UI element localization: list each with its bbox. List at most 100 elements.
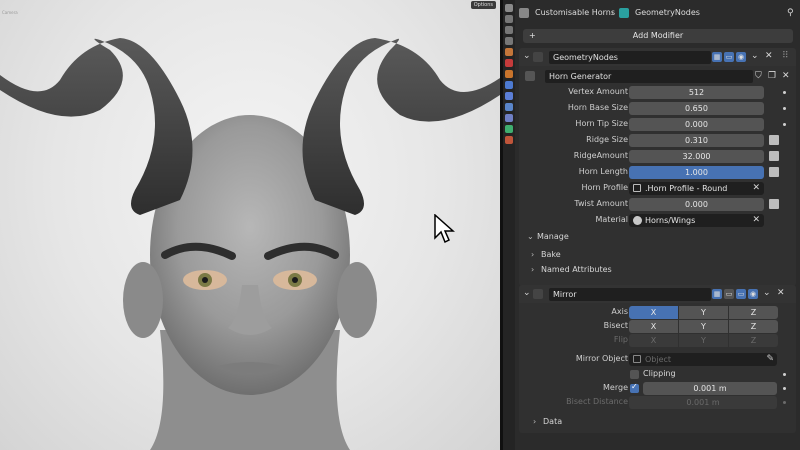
eyedropper-icon[interactable]: ✎: [766, 353, 774, 366]
axis-x-toggle[interactable]: X: [629, 306, 678, 319]
param-row: Ridge Size 0.310: [519, 134, 796, 147]
clear-field-icon[interactable]: ✕: [752, 182, 760, 195]
scene-tab-icon[interactable]: [505, 48, 513, 56]
render-toggle-icon[interactable]: ◉: [748, 289, 758, 299]
bisect-y-toggle[interactable]: Y: [679, 320, 728, 333]
modifier-menu-chevron-icon[interactable]: ⌄: [763, 288, 771, 298]
param-label: Vertex Amount: [568, 87, 628, 96]
axis-y-toggle[interactable]: Y: [679, 306, 728, 319]
remove-modifier-icon[interactable]: ✕: [765, 51, 773, 61]
duplicate-icon[interactable]: ❐: [768, 71, 776, 81]
material-field[interactable]: Horns/Wings ✕: [629, 214, 764, 227]
bake-section-header[interactable]: › Bake: [531, 250, 561, 259]
param-label: Horn Profile: [581, 183, 628, 192]
bisect-x-toggle[interactable]: X: [629, 320, 678, 333]
attribute-toggle-icon[interactable]: [769, 199, 779, 209]
bisect-distance-row: Bisect Distance 0.001 m: [519, 396, 796, 409]
mirror-modifier-name-field[interactable]: Mirror: [549, 288, 711, 301]
properties-editor: Customisable Horns › GeometryNodes ⚲ + A…: [515, 0, 800, 450]
edit-mode-toggle-icon[interactable]: ▦: [712, 52, 722, 62]
merge-checkbox[interactable]: [630, 382, 639, 393]
ridge-size-field[interactable]: 0.310: [629, 134, 764, 147]
axis-row: Axis X Y Z: [519, 306, 796, 319]
attribute-toggle-icon[interactable]: [769, 135, 779, 145]
param-row: Horn Profile .Horn Profile - Round ✕: [519, 182, 796, 195]
cage-toggle-icon[interactable]: ▭: [724, 289, 734, 299]
collapse-chevron-icon[interactable]: ⌄: [523, 51, 531, 61]
horn-tip-size-field[interactable]: 0.000: [629, 118, 764, 131]
param-row: Material Horns/Wings ✕: [519, 214, 796, 227]
modifier-menu-chevron-icon[interactable]: ⌄: [751, 51, 759, 61]
horn-profile-field[interactable]: .Horn Profile - Round ✕: [629, 182, 764, 195]
clipping-checkbox[interactable]: [630, 370, 639, 379]
keyframe-dot-icon[interactable]: [783, 91, 786, 94]
object-tab-icon[interactable]: [505, 70, 513, 78]
clear-field-icon[interactable]: ✕: [752, 214, 760, 227]
horn-base-size-field[interactable]: 0.650: [629, 102, 764, 115]
attribute-toggle-icon[interactable]: [769, 167, 779, 177]
sculpted-head-with-horns: [0, 38, 500, 450]
bisect-z-toggle[interactable]: Z: [729, 320, 778, 333]
geonodes-modifier-name-field[interactable]: GeometryNodes: [549, 51, 711, 64]
param-label: Material: [595, 215, 629, 224]
material-tab-icon[interactable]: [505, 136, 513, 144]
add-modifier-button[interactable]: + Add Modifier: [523, 29, 793, 43]
flip-row: Flip X Y Z: [519, 334, 796, 347]
merge-distance-field[interactable]: 0.001 m: [643, 382, 777, 395]
world-tab-icon[interactable]: [505, 59, 513, 67]
attribute-toggle-icon[interactable]: [769, 151, 779, 161]
collapse-chevron-icon[interactable]: ⌄: [523, 288, 531, 298]
pin-icon[interactable]: ⚲: [787, 8, 794, 18]
particles-tab-icon[interactable]: [505, 92, 513, 100]
material-sphere-icon: [633, 216, 642, 225]
horn-length-field[interactable]: 1.000: [629, 166, 764, 179]
twist-amount-field[interactable]: 0.000: [629, 198, 764, 211]
flip-label: Flip: [613, 335, 628, 344]
geometry-nodes-modifier-panel: ⌄ GeometryNodes ▦ ▭ ◉ ⌄ ✕ ⠿ Horn Generat…: [519, 48, 796, 286]
param-label: Horn Base Size: [567, 103, 628, 112]
physics-tab-icon[interactable]: [505, 103, 513, 111]
modifier-tab-icon[interactable]: [505, 81, 513, 89]
param-row: Horn Length 1.000: [519, 166, 796, 179]
fake-user-shield-icon[interactable]: ⛉: [755, 71, 762, 81]
keyframe-dot-icon[interactable]: [783, 373, 786, 376]
data-tab-icon[interactable]: [505, 125, 513, 133]
object-icon: [519, 8, 529, 18]
param-label: Horn Tip Size: [575, 119, 628, 128]
bisect-label: Bisect: [603, 321, 628, 330]
edit-mode-toggle-icon[interactable]: ▦: [712, 289, 722, 299]
constraints-tab-icon[interactable]: [505, 114, 513, 122]
keyframe-dot-icon[interactable]: [783, 123, 786, 126]
manage-section-header[interactable]: ⌄ Manage: [527, 232, 569, 241]
mirror-modifier-icon: [533, 289, 543, 299]
merge-row: Merge 0.001 m: [519, 382, 796, 395]
3d-viewport[interactable]: Camera Options: [0, 0, 500, 450]
param-label: RidgeAmount: [573, 151, 628, 160]
ridge-amount-field[interactable]: 32.000: [629, 150, 764, 163]
mirror-object-row: Mirror Object Object ✎: [519, 353, 796, 366]
node-tree-icon[interactable]: [525, 71, 535, 81]
data-section-header[interactable]: › Data: [533, 417, 562, 426]
render-toggle-icon[interactable]: ◉: [736, 52, 746, 62]
drag-handle-icon[interactable]: ⠿: [782, 51, 789, 61]
param-row: Horn Tip Size 0.000: [519, 118, 796, 131]
unlink-icon[interactable]: ✕: [782, 71, 790, 81]
view-layer-tab-icon[interactable]: [505, 37, 513, 45]
remove-modifier-icon[interactable]: ✕: [777, 288, 785, 298]
node-group-field[interactable]: Horn Generator: [545, 70, 753, 83]
keyframe-dot-icon[interactable]: [783, 387, 786, 390]
viewport-display-toggle-icon[interactable]: ▭: [736, 289, 746, 299]
merge-label: Merge: [603, 383, 628, 392]
keyframe-dot-icon[interactable]: [783, 107, 786, 110]
bisect-distance-label: Bisect Distance: [566, 397, 628, 406]
output-tab-icon[interactable]: [505, 26, 513, 34]
vertex-amount-field[interactable]: 512: [629, 86, 764, 99]
axis-z-toggle[interactable]: Z: [729, 306, 778, 319]
flip-y-toggle: Y: [679, 334, 728, 347]
named-attributes-section-header[interactable]: › Named Attributes: [531, 265, 612, 274]
param-label: Horn Length: [578, 167, 628, 176]
tool-tab-icon[interactable]: [505, 4, 513, 12]
render-tab-icon[interactable]: [505, 15, 513, 23]
viewport-display-toggle-icon[interactable]: ▭: [724, 52, 734, 62]
mirror-object-field[interactable]: Object ✎: [629, 353, 777, 366]
